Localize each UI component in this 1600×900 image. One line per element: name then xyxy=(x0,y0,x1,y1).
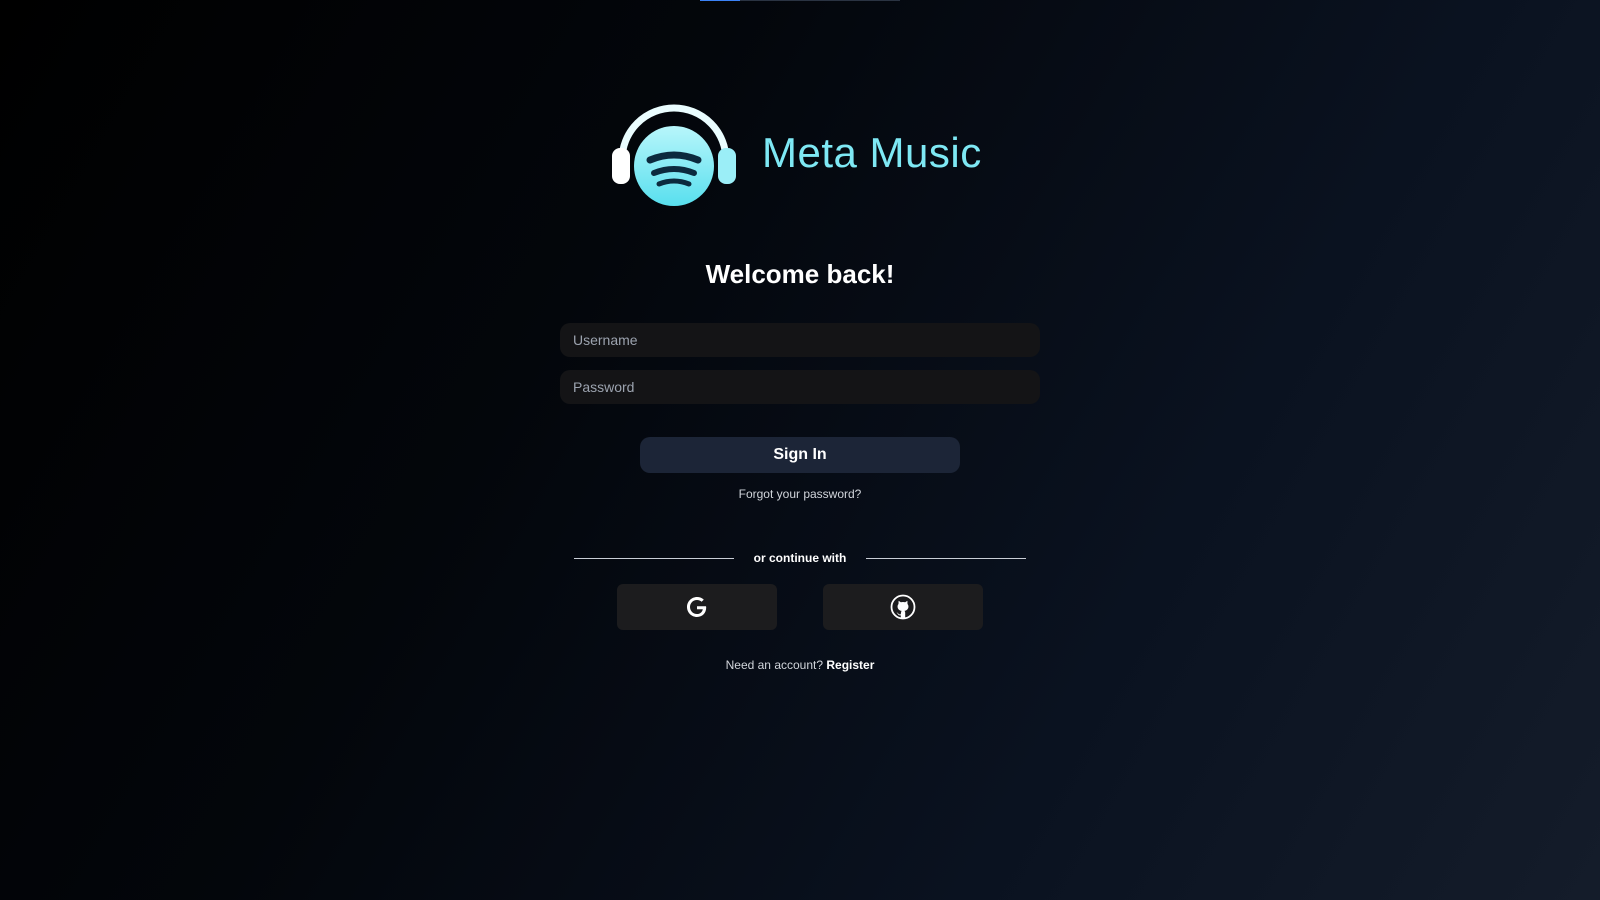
register-row: Need an account? Register xyxy=(0,658,1600,672)
divider-text: or continue with xyxy=(753,551,847,565)
forgot-password-link[interactable]: Forgot your password? xyxy=(739,487,862,501)
google-icon xyxy=(687,597,707,617)
github-login-button[interactable] xyxy=(823,584,983,630)
register-link[interactable]: Register xyxy=(826,658,874,672)
google-login-button[interactable] xyxy=(617,584,777,630)
password-input[interactable] xyxy=(560,370,1040,404)
username-input[interactable] xyxy=(560,323,1040,357)
login-page: Meta Music Welcome back! Sign In Forgot … xyxy=(0,0,1600,900)
welcome-heading: Welcome back! xyxy=(705,259,895,289)
divider-line-right xyxy=(866,558,1026,559)
headphones-logo-icon xyxy=(612,104,736,206)
register-prompt: Need an account? xyxy=(725,658,824,672)
brand-header: Meta Music xyxy=(612,98,982,208)
forgot-password-row: Forgot your password? xyxy=(0,487,1600,501)
sign-in-button[interactable]: Sign In xyxy=(640,437,960,473)
github-icon xyxy=(890,594,916,620)
brand-name: Meta Music xyxy=(762,129,982,176)
